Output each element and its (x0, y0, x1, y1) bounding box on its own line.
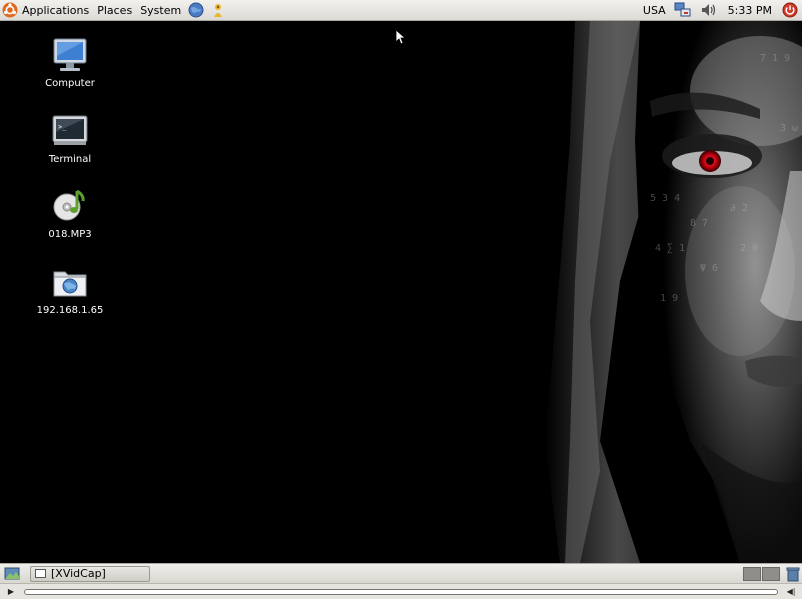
window-icon (35, 569, 46, 578)
network-indicator[interactable] (670, 0, 696, 20)
places-menu-label: Places (97, 3, 133, 17)
screen: 5 3 4 8 7 ∂ 2 7 1 9 4 ∑ 1 Ψ 6 2 0 1 9 3 … (0, 0, 802, 599)
volume-control[interactable] (696, 0, 722, 20)
desktop-icon-label: Terminal (48, 154, 92, 165)
shutdown-button[interactable] (778, 0, 802, 20)
web-browser-launcher[interactable] (187, 1, 205, 19)
end-button[interactable]: ◀| (784, 585, 798, 599)
svg-text:∂ 2: ∂ 2 (730, 203, 748, 214)
svg-text:Ψ 6: Ψ 6 (700, 263, 718, 274)
desktop-icon-label: 192.168.1.65 (36, 305, 104, 316)
computer-icon (53, 38, 87, 71)
volume-icon (701, 4, 715, 16)
applications-menu[interactable]: Applications (0, 0, 93, 20)
svg-text:3 ω: 3 ω (780, 123, 798, 134)
workspace-2[interactable] (762, 566, 780, 581)
desktop-icon-018-mp3[interactable]: 018.MP3 (20, 187, 120, 240)
main-menu-bar: Applications Places System (0, 0, 229, 20)
skip-end-icon: ◀| (786, 587, 796, 596)
svg-text:>_: >_ (58, 123, 67, 131)
desktop-icon-computer[interactable]: Computer (20, 36, 120, 89)
notification-area: USA 5:33 PM (639, 0, 802, 20)
help-icon (214, 4, 223, 17)
ubuntu-logo-icon (2, 2, 18, 18)
player-bar: ▶ ◀| (0, 583, 802, 599)
desktop-icon-network-share[interactable]: 192.168.1.65 (20, 263, 120, 316)
svg-text:2 0: 2 0 (740, 243, 758, 254)
system-menu[interactable]: System (136, 0, 185, 20)
terminal-icon: >_ (52, 115, 88, 145)
svg-text:5 3 4: 5 3 4 (650, 193, 680, 204)
show-desktop-button[interactable] (2, 565, 22, 583)
play-icon: ▶ (7, 587, 15, 596)
network-icon (674, 2, 691, 17)
svg-text:7 1 9: 7 1 9 (760, 53, 790, 64)
desktop-icon-terminal[interactable]: >_ Terminal (20, 112, 120, 165)
svg-text:1 9: 1 9 (660, 293, 678, 304)
clock[interactable]: 5:33 PM (722, 0, 778, 20)
help-launcher[interactable] (209, 1, 227, 19)
applications-menu-label: Applications (22, 3, 90, 17)
keyboard-layout-label: USA (642, 3, 666, 17)
places-menu[interactable]: Places (93, 0, 136, 20)
svg-text:4 ∑ 1: 4 ∑ 1 (655, 243, 685, 254)
keyboard-layout-indicator[interactable]: USA (639, 0, 670, 20)
web-browser-icon (188, 2, 204, 18)
network-share-icon (53, 271, 87, 297)
svg-text:8 7: 8 7 (690, 218, 708, 229)
audio-file-icon (53, 189, 85, 221)
show-desktop-icon (4, 567, 20, 579)
system-menu-label: System (140, 3, 182, 17)
clock-label: 5:33 PM (727, 3, 772, 17)
top-panel: Applications Places System USA 5:33 PM (0, 0, 802, 21)
seek-slider[interactable] (24, 588, 778, 595)
play-button[interactable]: ▶ (4, 585, 18, 599)
workspace-1[interactable] (743, 566, 761, 581)
desktop-icon-label: Computer (45, 78, 95, 89)
trash-icon[interactable] (786, 566, 800, 582)
taskbar-button-xvidcap[interactable]: [XVidCap] (30, 565, 150, 582)
desktop-wallpaper: 5 3 4 8 7 ∂ 2 7 1 9 4 ∑ 1 Ψ 6 2 0 1 9 3 … (0, 21, 802, 563)
taskbar-button-label: [XVidCap] (51, 567, 106, 580)
mouse-cursor-icon (396, 30, 406, 45)
bottom-panel: [XVidCap] (0, 563, 802, 583)
desktop-icon-label: 018.MP3 (48, 229, 92, 240)
power-icon (782, 2, 798, 18)
